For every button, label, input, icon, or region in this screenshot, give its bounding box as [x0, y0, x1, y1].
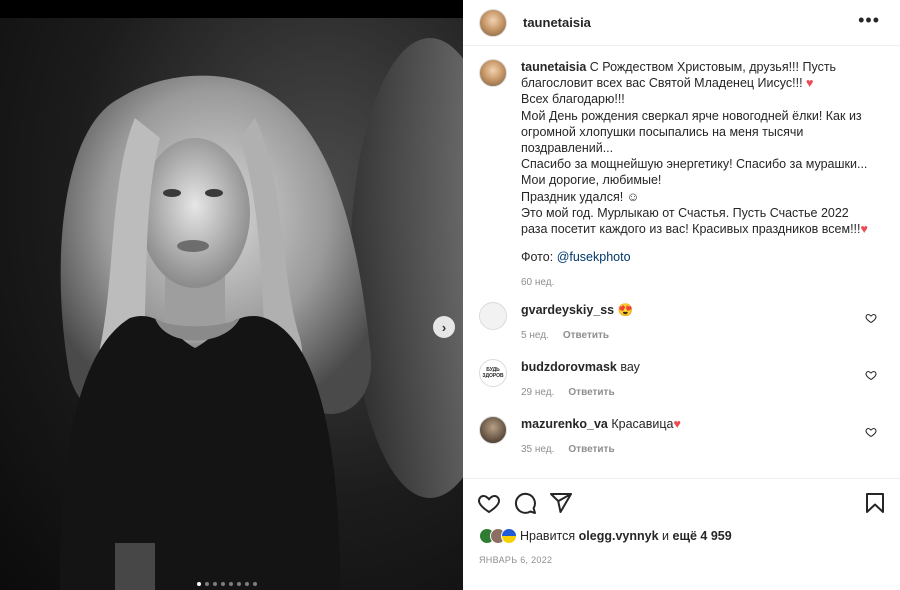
photo-credit-link[interactable]: @fusekphoto: [557, 250, 631, 264]
reply-button[interactable]: Ответить: [568, 444, 614, 455]
heart-emoji: ♥: [806, 76, 814, 91]
caption-text: taunetaisia С Рождеством Христовым, друз…: [521, 59, 871, 292]
photo-credit-label: Фото:: [521, 250, 554, 265]
bookmark-icon[interactable]: [863, 491, 887, 515]
carousel-dot[interactable]: [253, 582, 257, 586]
heart-icon[interactable]: [865, 312, 877, 324]
caption-line: Всех благодарю!!!: [521, 92, 625, 107]
commenter-avatar[interactable]: [479, 302, 507, 330]
post-photo[interactable]: ›: [0, 18, 463, 590]
reply-button[interactable]: Ответить: [568, 387, 614, 398]
carousel-dot[interactable]: [213, 582, 217, 586]
post-date[interactable]: ЯНВАРЬ 6, 2022: [479, 555, 552, 565]
likes-middle: и: [662, 529, 670, 543]
comment-time: 35 нед.: [521, 444, 555, 455]
comments-scroll-area[interactable]: taunetaisia С Рождеством Христовым, друз…: [463, 47, 900, 477]
carousel-dot[interactable]: [197, 582, 201, 586]
liker-avatar[interactable]: [501, 528, 517, 544]
comment-text: 😍: [617, 303, 634, 317]
carousel-dot[interactable]: [245, 582, 249, 586]
likes-prefix: Нравится: [520, 529, 576, 543]
carousel-dot[interactable]: [221, 582, 225, 586]
caption-avatar[interactable]: [479, 59, 507, 87]
heart-icon[interactable]: [865, 369, 877, 381]
comment-text: вау: [620, 360, 640, 374]
carousel-dot[interactable]: [237, 582, 241, 586]
portrait-illustration: [60, 38, 463, 590]
comment-username[interactable]: gvardeyskiy_ss: [521, 303, 614, 317]
likes-count[interactable]: ещё 4 959: [673, 529, 732, 543]
more-horizontal-icon[interactable]: •••: [858, 10, 880, 31]
caption-line: Спасибо за мощнейшую энергетику! Спасибо…: [521, 157, 868, 172]
post-caption: taunetaisia С Рождеством Христовым, друз…: [479, 59, 889, 292]
heart-emoji: ♥: [860, 222, 868, 237]
carousel-dot[interactable]: [205, 582, 209, 586]
comment-text: Красавица: [611, 417, 674, 431]
commenter-avatar[interactable]: БУДЬ ЗДОРОВ: [479, 359, 507, 387]
commenter-avatar[interactable]: [479, 416, 507, 444]
caption-time: 60 нед.: [521, 277, 555, 289]
heart-emoji: ♥: [673, 417, 681, 431]
heart-icon[interactable]: [477, 491, 501, 515]
caption-line: Мои дорогие, любимые!: [521, 173, 662, 188]
liker-username[interactable]: olegg.vynnyk: [579, 529, 659, 543]
caption-username[interactable]: taunetaisia: [521, 60, 586, 74]
comment-icon[interactable]: [513, 491, 537, 515]
caption-line: Мой День рождения сверкал ярче новогодне…: [521, 108, 862, 156]
comment-item: gvardeyskiy_ss 😍 5 нед. Ответить: [479, 302, 889, 344]
photo-credit: Фото: @fusekphoto: [521, 249, 871, 265]
chevron-right-icon: ›: [441, 319, 447, 335]
post-details-panel: taunetaisia ••• taunetaisia С Рождеством…: [463, 0, 900, 590]
likes-summary: Нравится olegg.vynnyk и ещё 4 959: [479, 528, 732, 544]
heart-icon[interactable]: [865, 426, 877, 438]
post-actions: Нравится olegg.vynnyk и ещё 4 959 ЯНВАРЬ…: [463, 478, 900, 590]
post-header: taunetaisia •••: [463, 0, 900, 46]
comment-item: БУДЬ ЗДОРОВ budzdorovmask вау 29 нед. Отв…: [479, 359, 889, 401]
caption-line-text: Это мой год. Мурлыкаю от Счастья. Пусть …: [521, 205, 861, 237]
caption-line: Это мой год. Мурлыкаю от Счастья. Пусть …: [521, 205, 871, 237]
comment-username[interactable]: mazurenko_va: [521, 417, 608, 431]
paper-plane-icon[interactable]: [549, 491, 573, 515]
reply-button[interactable]: Ответить: [563, 330, 609, 341]
carousel-dot[interactable]: [229, 582, 233, 586]
carousel-dots: [197, 582, 257, 586]
comment-username[interactable]: budzdorovmask: [521, 360, 617, 374]
carousel-next-button[interactable]: ›: [433, 316, 455, 338]
author-username[interactable]: taunetaisia: [523, 15, 591, 30]
caption-line: taunetaisia С Рождеством Христовым, друз…: [521, 59, 871, 91]
comment-item: mazurenko_va Красавица♥ 35 нед. Ответить: [479, 416, 889, 458]
avatar-logo-text: БУДЬ ЗДОРОВ: [482, 367, 504, 379]
liker-avatars: [479, 528, 517, 544]
author-avatar[interactable]: [479, 8, 507, 37]
instagram-post-modal: › taunetaisia ••• taunetaisia С Рождеств…: [0, 0, 900, 590]
comment-time: 5 нед.: [521, 330, 549, 341]
comment-time: 29 нед.: [521, 387, 555, 398]
caption-line: Праздник удался! ☺: [521, 189, 640, 204]
